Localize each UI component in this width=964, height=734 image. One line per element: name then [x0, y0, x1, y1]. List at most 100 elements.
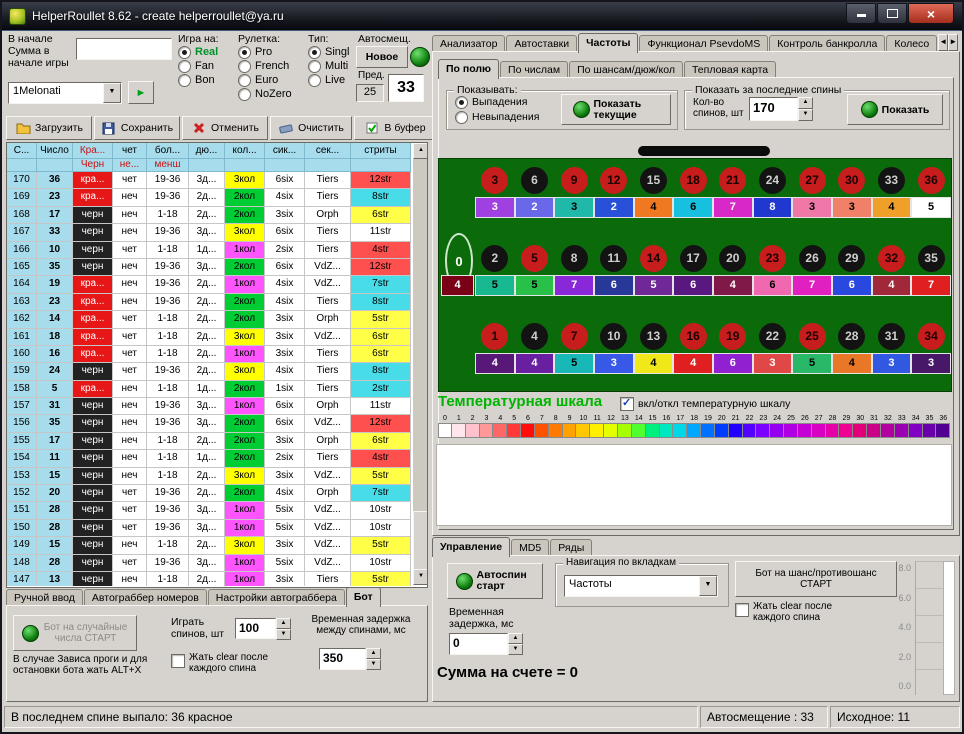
radio-misses[interactable]: Невыпадения	[455, 110, 539, 124]
play-button[interactable]: ►	[128, 81, 154, 104]
field-number-cell[interactable]: 30	[832, 163, 872, 197]
tab-bankroll[interactable]: Контроль банкролла	[769, 35, 885, 52]
tab-scroll-right-icon[interactable]	[948, 34, 958, 51]
table-row[interactable]: 16817черннеч1-182д...2кол3sixOrph6str	[7, 207, 411, 224]
field-number-cell[interactable]: 11	[594, 241, 634, 275]
tab-grabber-settings[interactable]: Настройки автограббера	[208, 589, 345, 606]
field-number-cell[interactable]: 1	[475, 319, 515, 353]
field-number-cell[interactable]: 24	[753, 163, 793, 197]
field-number-cell[interactable]: 3	[475, 163, 515, 197]
field-number-cell[interactable]: 34	[911, 319, 951, 353]
chevron-down-icon[interactable]	[103, 83, 121, 103]
title-bar[interactable]: HelperRoullet 8.62 - create helperroulle…	[2, 2, 962, 31]
field-number-cell[interactable]: 9	[554, 163, 594, 197]
table-row[interactable]: 16535черннеч19-363д...2кол6sixVdZ...12st…	[7, 259, 411, 276]
subtab-by-field[interactable]: По полю	[438, 59, 499, 79]
show-button[interactable]: Показать	[847, 94, 943, 125]
table-row[interactable]: 16118кра...чет1-182д...3кол3sixVdZ...6st…	[7, 329, 411, 346]
subtab-by-chances[interactable]: По шансам/дюж/кол	[569, 61, 683, 78]
radio-hits[interactable]: Выпадения	[455, 95, 527, 109]
field-number-cell[interactable]: 31	[872, 319, 912, 353]
field-number-cell[interactable]: 14	[634, 241, 674, 275]
field-number-cell[interactable]: 15	[634, 163, 674, 197]
field-number-cell[interactable]: 26	[792, 241, 832, 275]
autospin-start-button[interactable]: Автоспин старт	[447, 563, 543, 599]
arrow-up-icon[interactable]	[798, 97, 813, 109]
scroll-down-icon[interactable]	[413, 569, 428, 585]
table-row[interactable]: 15635черннеч19-363д...2кол6sixVdZ...12st…	[7, 415, 411, 432]
clear-after-spin-checkbox[interactable]: Жать clear после каждого спина	[735, 601, 865, 623]
arrow-down-icon[interactable]	[276, 629, 291, 640]
arrow-up-icon[interactable]	[508, 633, 523, 644]
table-row[interactable]: 16214кра...чет1-182д...2кол3sixOrph5str	[7, 311, 411, 328]
close-button[interactable]: ×	[908, 3, 954, 24]
field-number-cell[interactable]: 21	[713, 163, 753, 197]
field-number-cell[interactable]: 5	[515, 241, 555, 275]
tab-psevdoms[interactable]: Функционал PsevdoMS	[639, 35, 768, 52]
field-number-cell[interactable]: 17	[673, 241, 713, 275]
table-row[interactable]: 16733черннеч19-363д...3кол6sixTiers11str	[7, 224, 411, 241]
table-row[interactable]: 16923кра...неч19-362д...2кол4sixTiers8st…	[7, 189, 411, 206]
tab-manual-input[interactable]: Ручной ввод	[6, 589, 83, 606]
field-number-cell[interactable]: 28	[832, 319, 872, 353]
radio-bon[interactable]: Bon	[178, 73, 219, 87]
radio-real[interactable]: Real	[178, 45, 219, 59]
arrow-down-icon[interactable]	[508, 644, 523, 655]
tab-scroll-left-icon[interactable]	[938, 34, 948, 51]
field-number-cell[interactable]: 18	[673, 163, 713, 197]
field-number-cell[interactable]: 12	[594, 163, 634, 197]
field-number-cell[interactable]: 10	[594, 319, 634, 353]
start-sum-input[interactable]	[76, 38, 172, 60]
arrow-up-icon[interactable]	[276, 618, 291, 629]
arrow-down-icon[interactable]	[366, 659, 381, 670]
field-number-cell[interactable]: 16	[673, 319, 713, 353]
field-number-cell[interactable]: 32	[872, 241, 912, 275]
field-number-cell[interactable]: 6	[515, 163, 555, 197]
profile-combobox[interactable]: 1Melonati	[8, 82, 122, 104]
tab-rows[interactable]: Ряды	[550, 539, 592, 556]
radio-euro[interactable]: Euro	[238, 73, 292, 87]
table-row[interactable]: 14915черннеч1-182д...3кол3sixVdZ...5str	[7, 537, 411, 554]
tab-number-grabber[interactable]: Автограббер номеров	[84, 589, 207, 606]
clear-after-spin-checkbox[interactable]: Жать clear после каждого спина	[171, 652, 296, 674]
field-number-cell[interactable]: 13	[634, 319, 674, 353]
field-number-cell[interactable]: 19	[713, 319, 753, 353]
delay-stepper[interactable]: 350	[319, 648, 381, 670]
table-row[interactable]: 16323кра...неч19-362д...2кол4sixTiers8st…	[7, 294, 411, 311]
random-bot-start-button[interactable]: Бот на случайные числа СТАРТ	[13, 615, 137, 651]
table-row[interactable]: 15517черннеч1-182д...2кол3sixOrph6str	[7, 433, 411, 450]
tab-control[interactable]: Управление	[432, 537, 510, 557]
undo-button[interactable]: Отменить	[182, 116, 268, 140]
arrow-down-icon[interactable]	[798, 109, 813, 121]
radio-live[interactable]: Live	[308, 73, 349, 87]
table-row[interactable]: 16610чернчет1-181д...1кол2sixTiers4str	[7, 242, 411, 259]
field-number-cell[interactable]: 2	[475, 241, 515, 275]
buffer-button[interactable]: В буфер	[354, 116, 436, 140]
table-row[interactable]: 15028чернчет19-363д...1кол5sixVdZ...10st…	[7, 520, 411, 537]
scroll-up-icon[interactable]	[413, 143, 428, 159]
field-number-cell[interactable]: 20	[713, 241, 753, 275]
tab-autobets[interactable]: Автоставки	[506, 35, 577, 52]
tab-bot[interactable]: Бот	[346, 587, 381, 607]
table-row[interactable]: 15315черннеч1-182д...3кол3sixVdZ...5str	[7, 468, 411, 485]
clear-button[interactable]: Очистить	[270, 116, 352, 140]
field-number-cell[interactable]: 8	[554, 241, 594, 275]
table-row[interactable]: 15411черннеч1-181д...2кол2sixTiers4str	[7, 450, 411, 467]
field-number-cell[interactable]: 4	[515, 319, 555, 353]
delay-stepper[interactable]: 0	[449, 633, 523, 655]
autoshift-new-button[interactable]: Новое	[356, 46, 408, 68]
radio-fan[interactable]: Fan	[178, 59, 219, 73]
field-number-cell[interactable]: 7	[554, 319, 594, 353]
arrow-up-icon[interactable]	[366, 648, 381, 659]
tab-analyzer[interactable]: Анализатор	[432, 35, 505, 52]
temp-scale-checkbox[interactable]: вкл/откл температурную шкалу	[620, 397, 790, 411]
table-row[interactable]: 15128чернчет19-363д...1кол5sixVdZ...10st…	[7, 502, 411, 519]
spin-count-stepper[interactable]: 170	[749, 97, 813, 121]
table-row[interactable]: 15220чернчет19-362д...2кол4sixOrph7str	[7, 485, 411, 502]
table-row[interactable]: 16419кра...неч19-362д...1кол4sixVdZ...7s…	[7, 276, 411, 293]
nav-combobox[interactable]: Частоты	[564, 575, 718, 597]
tab-frequencies[interactable]: Частоты	[578, 33, 638, 53]
field-number-cell[interactable]: 27	[792, 163, 832, 197]
field-number-cell[interactable]: 22	[753, 319, 793, 353]
show-current-button[interactable]: Показать текущие	[561, 94, 671, 125]
